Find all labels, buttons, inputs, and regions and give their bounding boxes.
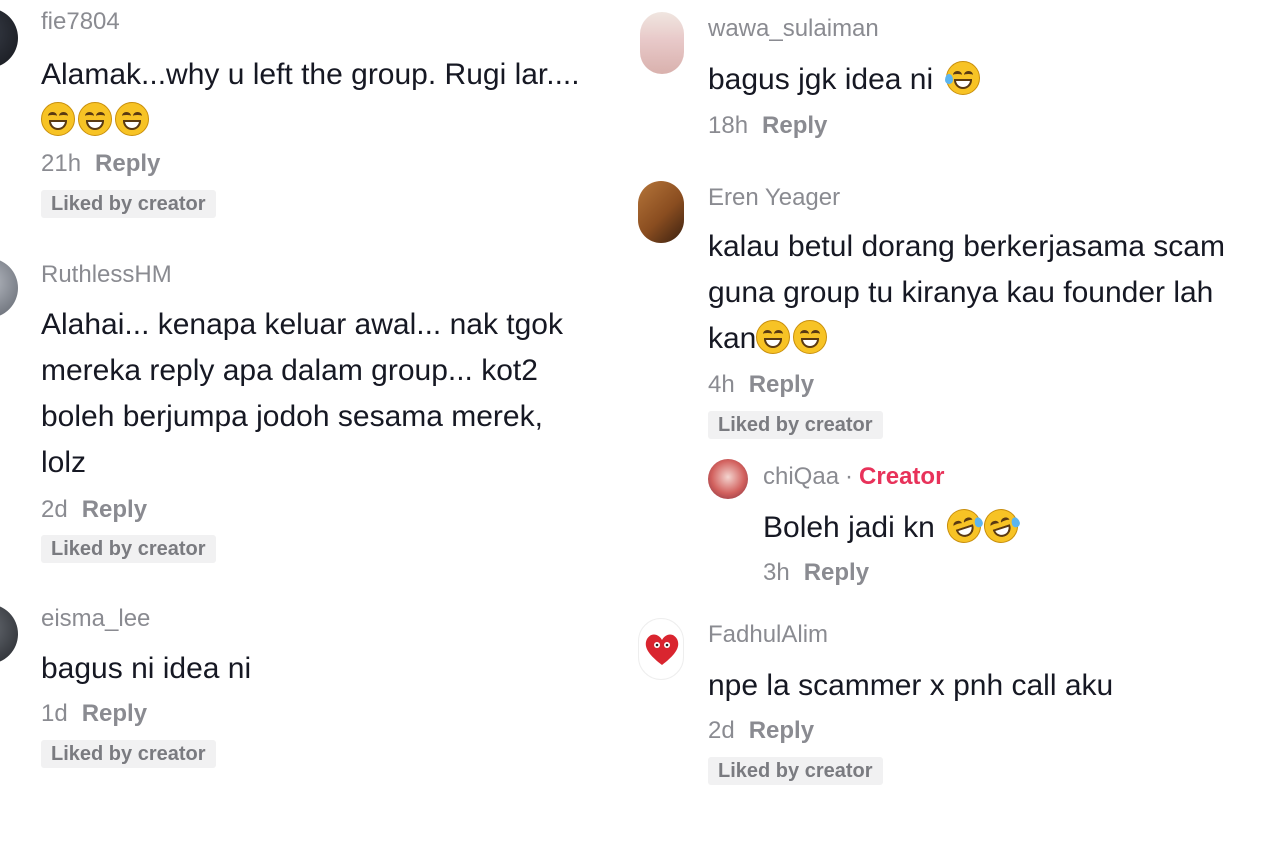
- grinning-sweat-icon: [41, 102, 75, 136]
- comment-text-row: kan: [708, 316, 830, 362]
- rolling-laughing-icon: [979, 504, 1023, 548]
- comment-meta: 21h Reply: [41, 150, 160, 178]
- comment-emoji-row: [41, 98, 152, 144]
- separator: ·: [845, 463, 854, 490]
- grinning-sweat-icon: [944, 61, 980, 95]
- avatar[interactable]: [0, 604, 18, 664]
- comment-text-line: lolz: [41, 446, 87, 479]
- reply-text-row: Boleh jadi kn: [763, 504, 1023, 551]
- reply-author-row: chiQaa · Creator: [763, 463, 944, 491]
- liked-by-creator-badge: Liked by creator: [41, 190, 216, 218]
- timestamp: 2d: [41, 496, 68, 523]
- username[interactable]: eisma_lee: [41, 605, 150, 633]
- reply-text: Boleh jadi kn: [763, 511, 935, 544]
- liked-by-creator-badge: Liked by creator: [708, 411, 883, 439]
- comment-text: Alamak...why u left the group. Rugi lar.…: [41, 58, 580, 91]
- reply-button[interactable]: Reply: [82, 496, 147, 523]
- reply-button[interactable]: Reply: [804, 559, 869, 586]
- username[interactable]: wawa_sulaiman: [708, 15, 879, 43]
- reply-chiqaa: chiQaa · Creator Boleh jadi kn 3h Reply: [708, 453, 1268, 586]
- comment-ruthlesshm: RuthlessHM Alahai... kenapa keluar awal.…: [0, 250, 620, 570]
- avatar[interactable]: [638, 181, 684, 243]
- comment-text: bagus ni idea ni: [41, 652, 252, 685]
- username[interactable]: chiQaa: [763, 463, 839, 490]
- timestamp: 1d: [41, 700, 68, 727]
- timestamp: 18h: [708, 112, 749, 139]
- comment-wawa-sulaiman: wawa_sulaiman bagus jgk idea ni 18h Reply: [640, 0, 1280, 160]
- timestamp: 21h: [41, 150, 82, 177]
- grinning-sweat-icon: [793, 320, 828, 354]
- comment-meta: 18h Reply: [708, 112, 827, 140]
- comment-text-row: bagus jgk idea ni: [708, 57, 983, 103]
- username[interactable]: fie7804: [41, 8, 120, 36]
- grinning-sweat-icon: [78, 102, 112, 136]
- comments-collage: fie7804 Alamak...why u left the group. R…: [0, 0, 1280, 853]
- liked-by-creator-badge: Liked by creator: [41, 535, 216, 563]
- reply-meta: 3h Reply: [763, 559, 869, 587]
- comment-eisma-lee: eisma_lee bagus ni idea ni 1d Reply Liked…: [0, 596, 620, 776]
- username[interactable]: RuthlessHM: [41, 261, 172, 289]
- avatar[interactable]: [0, 258, 18, 318]
- grinning-sweat-icon: [756, 320, 791, 354]
- liked-by-creator-badge: Liked by creator: [708, 757, 883, 785]
- comment-text-line: kalau betul dorang berkerjasama scam: [708, 230, 1225, 263]
- comment-text-line: boleh berjumpa jodoh sesama merek,: [41, 400, 543, 433]
- reply-button[interactable]: Reply: [82, 700, 147, 727]
- timestamp: 4h: [708, 371, 735, 398]
- comment-text-line: kan: [708, 322, 757, 355]
- comment-fadhulalim: FadhulAlim npe la scammer x pnh call aku…: [638, 612, 1280, 802]
- rolling-laughing-icon: [942, 504, 986, 548]
- comment-meta: 2d Reply: [708, 717, 814, 745]
- comment-meta: 2d Reply: [41, 496, 147, 524]
- username[interactable]: Eren Yeager: [708, 184, 840, 212]
- reply-button[interactable]: Reply: [749, 371, 814, 398]
- reply-button[interactable]: Reply: [749, 717, 814, 744]
- comment-text-line: mereka reply apa dalam group... kot2: [41, 354, 538, 387]
- comment-text: npe la scammer x pnh call aku: [708, 669, 1114, 702]
- comment-meta: 1d Reply: [41, 700, 147, 728]
- avatar[interactable]: [0, 8, 18, 68]
- timestamp: 2d: [708, 717, 735, 744]
- timestamp: 3h: [763, 559, 790, 586]
- avatar[interactable]: [640, 12, 684, 74]
- comment-eren-yeager: Eren Yeager kalau betul dorang berkerjas…: [638, 175, 1280, 595]
- avatar[interactable]: [708, 459, 748, 499]
- comment-text-line: guna group tu kiranya kau founder lah: [708, 276, 1214, 309]
- creator-badge: Creator: [859, 463, 945, 490]
- reply-button[interactable]: Reply: [95, 150, 160, 177]
- reply-button[interactable]: Reply: [762, 112, 827, 139]
- heart-character-icon: [645, 634, 679, 665]
- liked-by-creator-badge: Liked by creator: [41, 740, 216, 768]
- comment-meta: 4h Reply: [708, 371, 814, 399]
- comment-fie7804: fie7804 Alamak...why u left the group. R…: [0, 0, 620, 230]
- grinning-sweat-icon: [115, 102, 149, 136]
- username[interactable]: FadhulAlim: [708, 621, 828, 649]
- comment-text-line: Alahai... kenapa keluar awal... nak tgok: [41, 308, 563, 341]
- avatar[interactable]: [638, 618, 684, 680]
- comment-text: bagus jgk idea ni: [708, 63, 934, 96]
